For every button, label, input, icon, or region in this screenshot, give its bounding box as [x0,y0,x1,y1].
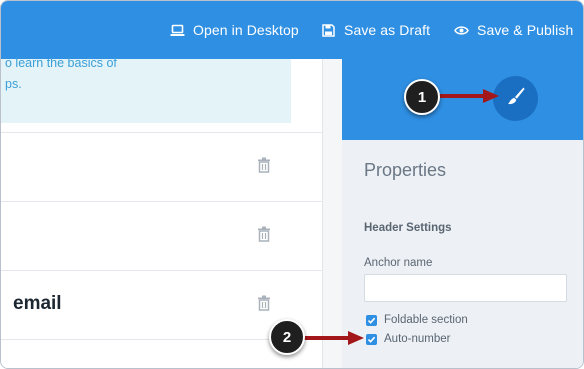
properties-title: Properties [364,160,447,180]
trash-icon[interactable] [257,157,271,173]
header-settings-heading: Header Settings [364,222,452,234]
save-as-draft-label: Save as Draft [344,22,431,38]
callout-2: 2 [269,319,305,355]
notice-line-2[interactable]: ps. [5,74,285,95]
foldable-section-option[interactable]: Foldable section [366,314,468,326]
top-toolbar: Open in Desktop Save as Draft Save & Pub… [1,1,583,59]
content-block[interactable] [1,201,323,270]
foldable-section-checkbox[interactable] [366,314,377,326]
save-and-publish-label: Save & Publish [477,22,574,38]
callout-1-arrow [439,89,499,103]
properties-panel: Properties Header Settings Anchor name F… [342,59,583,368]
floppy-disk-icon [320,22,336,38]
save-and-publish-button[interactable]: Save & Publish [453,1,573,59]
anchor-name-input[interactable] [364,274,567,302]
eye-icon [453,22,469,38]
open-in-desktop-label: Open in Desktop [193,22,299,38]
callout-2-arrow [304,331,364,345]
callout-1: 1 [404,79,440,115]
info-notice: o learn the basics of ps. [1,56,291,123]
notice-text: o learn the basics of ps. [5,53,285,95]
open-in-desktop-button[interactable]: Open in Desktop [169,1,299,59]
trash-icon[interactable] [257,295,271,311]
auto-number-checkbox[interactable] [366,333,377,345]
content-block[interactable] [1,132,323,201]
anchor-name-label: Anchor name [364,257,433,269]
paintbrush-icon [506,86,526,111]
laptop-icon [169,22,185,38]
trash-icon[interactable] [257,226,271,242]
screenshot-frame: Open in Desktop Save as Draft Save & Pub… [0,0,584,369]
panel-divider [322,59,342,368]
notice-line-1[interactable]: o learn the basics of [5,53,285,74]
save-as-draft-button[interactable]: Save as Draft [320,1,430,59]
auto-number-label: Auto-number [384,333,451,345]
foldable-section-label: Foldable section [384,314,468,326]
block-title: email [13,293,62,314]
auto-number-option[interactable]: Auto-number [366,333,450,345]
